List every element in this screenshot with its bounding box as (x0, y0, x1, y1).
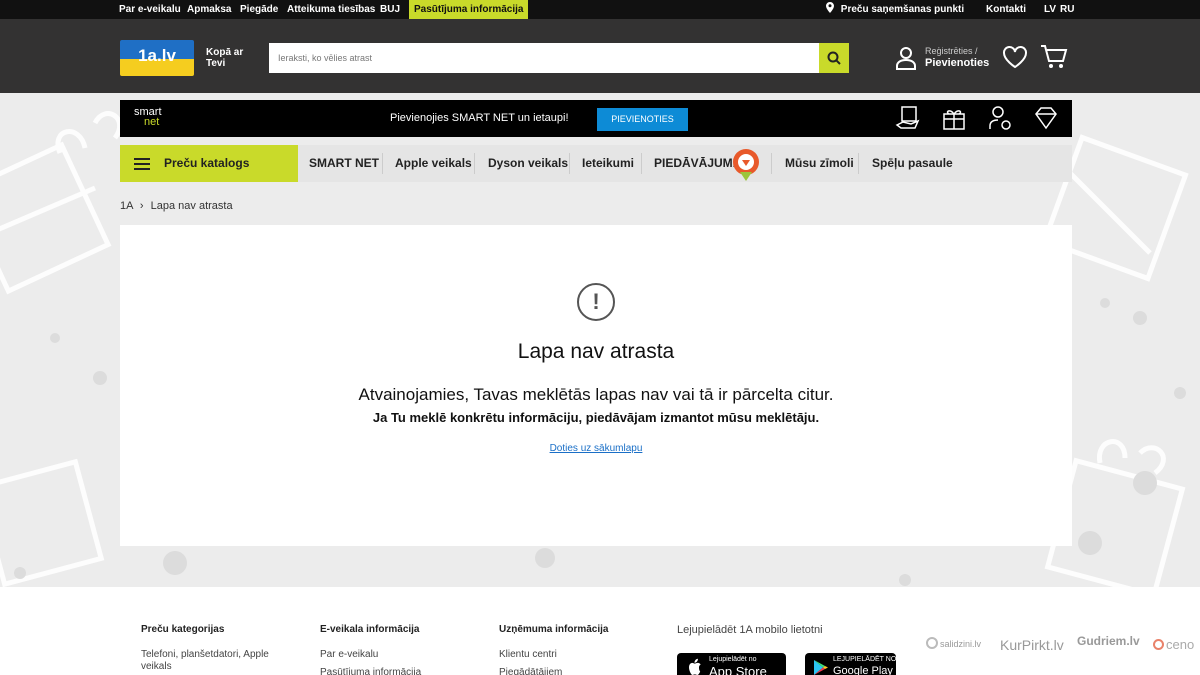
offers-badge-icon (733, 149, 759, 181)
footer-col-title: E-veikala informācija (320, 624, 420, 635)
nav-item-recommendations[interactable]: Ieteikumi (582, 145, 634, 182)
app-store-small: Lejupielādēt no (709, 656, 757, 663)
smartnet-logo: smart net (134, 107, 162, 128)
pickup-points-label: Preču saņemšanas punkti (840, 4, 965, 15)
chevron-right-icon: › (139, 200, 144, 212)
breadcrumb-home[interactable]: 1A (120, 200, 133, 212)
home-link[interactable]: Doties uz sākumlapu (120, 443, 1072, 454)
footer-link[interactable]: Telefoni, planšetdatori, Apple veikals (141, 649, 286, 673)
user-icon (896, 47, 916, 70)
login-label: Pievienoties (925, 57, 990, 69)
smartnet-logo-line2: net (144, 116, 160, 128)
google-play-big: Google Play (833, 665, 893, 675)
partner-logo-ceno[interactable]: ceno (1153, 637, 1194, 652)
gift-icon (943, 110, 965, 130)
footer-link[interactable]: Klientu centri (499, 649, 659, 661)
search-bar (269, 43, 849, 73)
logo-text: 1a.lv (138, 46, 176, 65)
footer-col-store-info: E-veikala informācija Par e-veikalu Pasū… (320, 624, 480, 675)
topbar-link-order-info[interactable]: Pasūtījuma informācija (409, 0, 529, 19)
topbar-link-payment[interactable]: Apmaksa (187, 0, 231, 19)
not-found-card: ! Lapa nav atrasta Atvainojamies, Tavas … (120, 225, 1072, 546)
partner-logo-gudriem[interactable]: Gudriem.lv (1077, 634, 1140, 648)
footer-link[interactable]: Par e-veikalu (320, 649, 480, 661)
footer-col-categories: Preču kategorijas Telefoni, planšetdator… (141, 624, 301, 675)
user-plus-icon (989, 106, 1011, 130)
partner-ceno-icon (1153, 639, 1164, 650)
footer-link[interactable]: Piegādātājiem (499, 667, 659, 675)
app-store-big: App Store (709, 664, 767, 675)
partner-salidzini-label: salidzini.lv (940, 639, 982, 649)
lang-lv[interactable]: LV (1044, 0, 1056, 19)
wishlist-button[interactable] (1002, 45, 1028, 74)
nav-item-brands[interactable]: Mūsu zīmoli (785, 145, 854, 182)
google-play-icon (814, 660, 828, 675)
google-play-small: LEJUPIELĀDĒT NO (833, 656, 897, 663)
error-message: Atvainojamies, Tavas meklētās lapas nav … (358, 385, 834, 404)
smartnet-promo-text: Pievienojies SMART NET un ietaupi! (390, 112, 569, 124)
google-play-button[interactable]: LEJUPIELĀDĒT NO Google Play (805, 653, 896, 675)
discount-icon (895, 106, 920, 129)
topbar-link-delivery[interactable]: Piegāde (240, 0, 278, 19)
category-nav: Preču katalogs SMART NET Apple veikals D… (120, 145, 1072, 182)
menu-icon (134, 158, 150, 170)
nav-item-offers[interactable]: PIEDĀVĀJUMI (654, 145, 736, 182)
contacts-link[interactable]: Kontakti (986, 0, 1026, 19)
location-pin-icon (826, 2, 834, 13)
search-input[interactable] (269, 43, 819, 73)
footer-link[interactable]: Pasūtījuma informācija (320, 667, 480, 675)
cart-button[interactable] (1040, 44, 1068, 75)
partner-logo-salidzini[interactable]: salidzini.lv (926, 637, 981, 650)
footer-col-company-info: Uzņēmuma informācija Klientu centri Pieg… (499, 624, 659, 675)
catalog-button[interactable]: Preču katalogs (120, 145, 298, 182)
pickup-points-link[interactable]: Preču saņemšanas punkti (826, 0, 964, 19)
footer-col-title: Uzņēmuma informācija (499, 624, 609, 635)
topbar-link-returns[interactable]: Atteikuma tiesības (287, 0, 375, 19)
smartnet-join-button[interactable]: PIEVIENOTIES (597, 108, 688, 131)
footer-col-title: Preču kategorijas (141, 624, 225, 635)
tagline: Kopā ar Tevi (206, 47, 244, 69)
logo[interactable]: 1a.lv (120, 40, 194, 76)
app-download-title: Lejupielādēt 1A mobilo lietotni (677, 624, 823, 636)
register-label: Reģistrēties / (925, 46, 978, 56)
lang-ru[interactable]: RU (1060, 0, 1074, 19)
search-button[interactable] (819, 43, 849, 73)
partner-ceno-label: ceno (1166, 637, 1195, 652)
heart-icon (1003, 46, 1027, 69)
footer: Preču kategorijas Telefoni, planšetdator… (0, 587, 1200, 675)
app-store-button[interactable]: Lejupielādēt no App Store (677, 653, 786, 675)
nav-item-games[interactable]: Spēļu pasaule (872, 145, 953, 182)
topbar-link-faq[interactable]: BUJ (380, 0, 400, 19)
breadcrumb-current: Lapa nav atrasta (150, 200, 233, 212)
breadcrumb: 1A › Lapa nav atrasta (120, 200, 233, 212)
page-title: Lapa nav atrasta (517, 340, 675, 363)
nav-item-dyson[interactable]: Dyson veikals (488, 145, 568, 182)
warning-icon: ! (577, 283, 615, 321)
top-bar: Par e-veikalu Apmaksa Piegāde Atteikuma … (0, 0, 1200, 19)
nav-item-smartnet[interactable]: SMART NET (309, 145, 379, 182)
catalog-label: Preču katalogs (164, 156, 250, 170)
topbar-link-about[interactable]: Par e-veikalu (119, 0, 181, 19)
diamond-icon (1035, 107, 1057, 130)
header: 1a.lv Kopā ar Tevi Reģistrēties / Pievie… (0, 19, 1200, 93)
error-hint: Ja Tu meklē konkrētu informāciju, piedāv… (372, 410, 820, 425)
smartnet-banner[interactable]: smart net Pievienojies SMART NET un ieta… (120, 100, 1072, 137)
search-icon (827, 51, 841, 65)
apple-icon (689, 658, 701, 675)
smartnet-benefit-icons (895, 105, 1059, 131)
partner-bullet-icon (926, 637, 938, 649)
nav-item-apple[interactable]: Apple veikals (395, 145, 472, 182)
partner-logo-kurpirkt[interactable]: KurPirkt.lv (1000, 637, 1064, 653)
cart-icon (1041, 45, 1068, 68)
